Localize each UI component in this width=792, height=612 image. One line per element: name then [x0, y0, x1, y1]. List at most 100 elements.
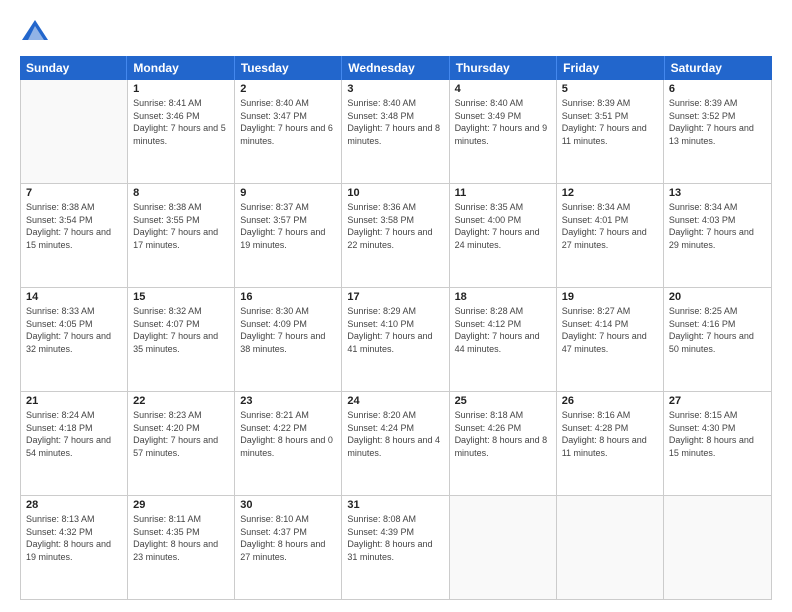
- header-day-tuesday: Tuesday: [235, 56, 342, 80]
- cell-info: Sunrise: 8:35 AMSunset: 4:00 PMDaylight:…: [455, 201, 551, 251]
- day-number: 13: [669, 187, 766, 199]
- calendar-cell: 17 Sunrise: 8:29 AMSunset: 4:10 PMDayligh…: [342, 288, 449, 391]
- page: SundayMondayTuesdayWednesdayThursdayFrid…: [0, 0, 792, 612]
- header-day-friday: Friday: [557, 56, 664, 80]
- cell-info: Sunrise: 8:36 AMSunset: 3:58 PMDaylight:…: [347, 201, 443, 251]
- cell-info: Sunrise: 8:37 AMSunset: 3:57 PMDaylight:…: [240, 201, 336, 251]
- day-number: 3: [347, 83, 443, 95]
- cell-info: Sunrise: 8:18 AMSunset: 4:26 PMDaylight:…: [455, 409, 551, 459]
- calendar-cell: 27Sunrise: 8:15 AMSunset: 4:30 PMDayligh…: [664, 392, 771, 495]
- cell-info: Sunrise: 8:40 AMSunset: 3:48 PMDaylight:…: [347, 97, 443, 147]
- calendar-cell: 1 Sunrise: 8:41 AMSunset: 3:46 PMDaylight…: [128, 80, 235, 183]
- day-number: 2: [240, 83, 336, 95]
- day-number: 10: [347, 187, 443, 199]
- header-day-sunday: Sunday: [20, 56, 127, 80]
- cell-info: Sunrise: 8:29 AMSunset: 4:10 PMDaylight:…: [347, 305, 443, 355]
- day-number: 7: [26, 187, 122, 199]
- calendar-cell: [450, 496, 557, 599]
- calendar-cell: 24Sunrise: 8:20 AMSunset: 4:24 PMDayligh…: [342, 392, 449, 495]
- day-number: 17: [347, 291, 443, 303]
- calendar-cell: [557, 496, 664, 599]
- cell-info: Sunrise: 8:39 AMSunset: 3:52 PMDaylight:…: [669, 97, 766, 147]
- cell-info: Sunrise: 8:16 AMSunset: 4:28 PMDaylight:…: [562, 409, 658, 459]
- calendar-cell: 8Sunrise: 8:38 AMSunset: 3:55 PMDaylight…: [128, 184, 235, 287]
- cell-info: Sunrise: 8:41 AMSunset: 3:46 PMDaylight:…: [133, 97, 229, 147]
- day-number: 15: [133, 291, 229, 303]
- cell-info: Sunrise: 8:13 AMSunset: 4:32 PMDaylight:…: [26, 513, 122, 563]
- header-day-monday: Monday: [127, 56, 234, 80]
- calendar-week-1: 1 Sunrise: 8:41 AMSunset: 3:46 PMDaylight…: [21, 80, 771, 184]
- calendar-cell: 25 Sunrise: 8:18 AMSunset: 4:26 PMDayligh…: [450, 392, 557, 495]
- cell-info: Sunrise: 8:11 AMSunset: 4:35 PMDaylight:…: [133, 513, 229, 563]
- logo-icon: [20, 16, 50, 46]
- cell-info: Sunrise: 8:40 AMSunset: 3:49 PMDaylight:…: [455, 97, 551, 147]
- day-number: 28: [26, 499, 122, 511]
- cell-info: Sunrise: 8:30 AMSunset: 4:09 PMDaylight:…: [240, 305, 336, 355]
- calendar-week-5: 28 Sunrise: 8:13 AMSunset: 4:32 PMDayligh…: [21, 496, 771, 599]
- day-number: 6: [669, 83, 766, 95]
- calendar-cell: 22Sunrise: 8:23 AMSunset: 4:20 PMDayligh…: [128, 392, 235, 495]
- calendar-body: 1 Sunrise: 8:41 AMSunset: 3:46 PMDaylight…: [21, 80, 771, 599]
- calendar-cell: 18 Sunrise: 8:28 AMSunset: 4:12 PMDayligh…: [450, 288, 557, 391]
- cell-info: Sunrise: 8:40 AMSunset: 3:47 PMDaylight:…: [240, 97, 336, 147]
- cell-info: Sunrise: 8:34 AMSunset: 4:03 PMDaylight:…: [669, 201, 766, 251]
- day-number: 5: [562, 83, 658, 95]
- cell-info: Sunrise: 8:33 AMSunset: 4:05 PMDaylight:…: [26, 305, 122, 355]
- day-number: 11: [455, 187, 551, 199]
- cell-info: Sunrise: 8:39 AMSunset: 3:51 PMDaylight:…: [562, 97, 658, 147]
- calendar-cell: 23Sunrise: 8:21 AMSunset: 4:22 PMDayligh…: [235, 392, 342, 495]
- day-number: 9: [240, 187, 336, 199]
- calendar-week-2: 7 Sunrise: 8:38 AMSunset: 3:54 PMDaylight…: [21, 184, 771, 288]
- day-number: 29: [133, 499, 229, 511]
- calendar-cell: 4 Sunrise: 8:40 AMSunset: 3:49 PMDaylight…: [450, 80, 557, 183]
- calendar-cell: 15Sunrise: 8:32 AMSunset: 4:07 PMDayligh…: [128, 288, 235, 391]
- calendar-week-3: 14 Sunrise: 8:33 AMSunset: 4:05 PMDayligh…: [21, 288, 771, 392]
- calendar-header: SundayMondayTuesdayWednesdayThursdayFrid…: [20, 56, 772, 80]
- calendar-cell: 12 Sunrise: 8:34 AMSunset: 4:01 PMDayligh…: [557, 184, 664, 287]
- cell-info: Sunrise: 8:15 AMSunset: 4:30 PMDaylight:…: [669, 409, 766, 459]
- header-day-wednesday: Wednesday: [342, 56, 449, 80]
- day-number: 14: [26, 291, 122, 303]
- calendar-cell: 21 Sunrise: 8:24 AMSunset: 4:18 PMDayligh…: [21, 392, 128, 495]
- day-number: 4: [455, 83, 551, 95]
- calendar-cell: 3 Sunrise: 8:40 AMSunset: 3:48 PMDaylight…: [342, 80, 449, 183]
- day-number: 21: [26, 395, 122, 407]
- cell-info: Sunrise: 8:34 AMSunset: 4:01 PMDaylight:…: [562, 201, 658, 251]
- calendar-cell: [664, 496, 771, 599]
- calendar-cell: 19 Sunrise: 8:27 AMSunset: 4:14 PMDayligh…: [557, 288, 664, 391]
- calendar-cell: 9 Sunrise: 8:37 AMSunset: 3:57 PMDaylight…: [235, 184, 342, 287]
- logo: [20, 16, 54, 46]
- cell-info: Sunrise: 8:08 AMSunset: 4:39 PMDaylight:…: [347, 513, 443, 563]
- calendar-cell: 29 Sunrise: 8:11 AMSunset: 4:35 PMDayligh…: [128, 496, 235, 599]
- calendar-cell: 30 Sunrise: 8:10 AMSunset: 4:37 PMDayligh…: [235, 496, 342, 599]
- day-number: 25: [455, 395, 551, 407]
- day-number: 22: [133, 395, 229, 407]
- day-number: 18: [455, 291, 551, 303]
- day-number: 30: [240, 499, 336, 511]
- calendar-cell: 2 Sunrise: 8:40 AMSunset: 3:47 PMDaylight…: [235, 80, 342, 183]
- calendar-cell: [21, 80, 128, 183]
- calendar-cell: 28 Sunrise: 8:13 AMSunset: 4:32 PMDayligh…: [21, 496, 128, 599]
- calendar-cell: 26Sunrise: 8:16 AMSunset: 4:28 PMDayligh…: [557, 392, 664, 495]
- day-number: 19: [562, 291, 658, 303]
- cell-info: Sunrise: 8:25 AMSunset: 4:16 PMDaylight:…: [669, 305, 766, 355]
- calendar-week-4: 21 Sunrise: 8:24 AMSunset: 4:18 PMDayligh…: [21, 392, 771, 496]
- calendar-cell: 14 Sunrise: 8:33 AMSunset: 4:05 PMDayligh…: [21, 288, 128, 391]
- cell-info: Sunrise: 8:28 AMSunset: 4:12 PMDaylight:…: [455, 305, 551, 355]
- cell-info: Sunrise: 8:24 AMSunset: 4:18 PMDaylight:…: [26, 409, 122, 459]
- calendar-cell: 11 Sunrise: 8:35 AMSunset: 4:00 PMDayligh…: [450, 184, 557, 287]
- calendar-cell: 16Sunrise: 8:30 AMSunset: 4:09 PMDayligh…: [235, 288, 342, 391]
- cell-info: Sunrise: 8:10 AMSunset: 4:37 PMDaylight:…: [240, 513, 336, 563]
- day-number: 20: [669, 291, 766, 303]
- cell-info: Sunrise: 8:38 AMSunset: 3:55 PMDaylight:…: [133, 201, 229, 251]
- calendar-cell: 10 Sunrise: 8:36 AMSunset: 3:58 PMDayligh…: [342, 184, 449, 287]
- calendar-cell: 20 Sunrise: 8:25 AMSunset: 4:16 PMDayligh…: [664, 288, 771, 391]
- calendar-cell: 6 Sunrise: 8:39 AMSunset: 3:52 PMDaylight…: [664, 80, 771, 183]
- cell-info: Sunrise: 8:38 AMSunset: 3:54 PMDaylight:…: [26, 201, 122, 251]
- day-number: 1: [133, 83, 229, 95]
- calendar-body-outer: 1 Sunrise: 8:41 AMSunset: 3:46 PMDaylight…: [20, 80, 772, 600]
- day-number: 12: [562, 187, 658, 199]
- calendar-cell: 13 Sunrise: 8:34 AMSunset: 4:03 PMDayligh…: [664, 184, 771, 287]
- cell-info: Sunrise: 8:27 AMSunset: 4:14 PMDaylight:…: [562, 305, 658, 355]
- cell-info: Sunrise: 8:20 AMSunset: 4:24 PMDaylight:…: [347, 409, 443, 459]
